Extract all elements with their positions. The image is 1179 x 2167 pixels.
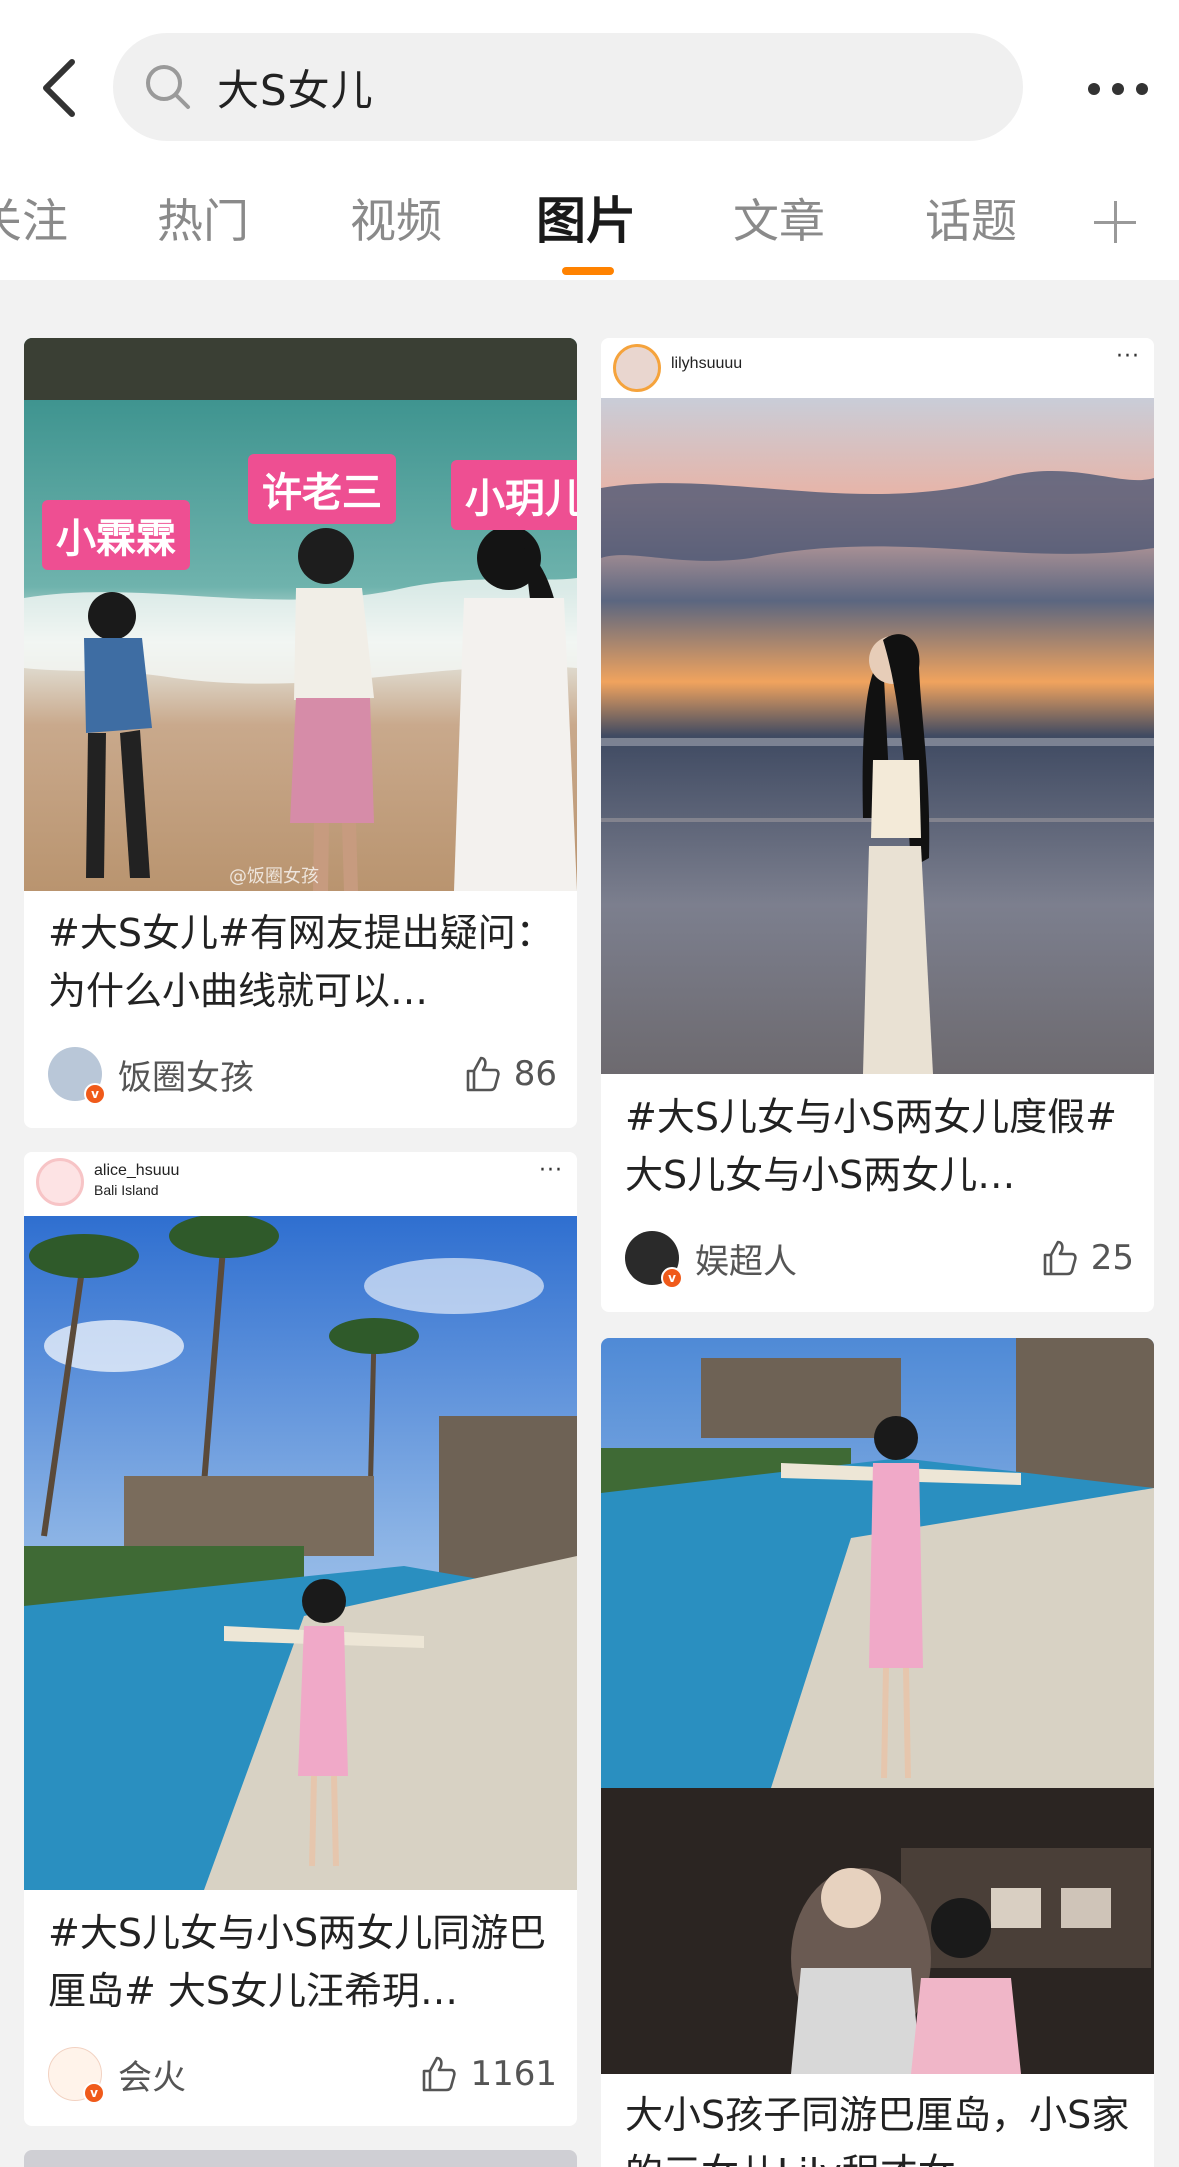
tab-images[interactable]: 图片 [536,181,636,253]
like-count: 1161 [470,2054,557,2094]
verified-badge-icon: v [83,2082,105,2104]
thumbs-up-icon [423,2056,457,2092]
post-title[interactable]: #大S儿女与小S两女儿度假# 大S儿女与小S两女儿… [625,1088,1134,1204]
image-watermark: @饭圈女孩 [229,866,319,887]
author-avatar[interactable]: v [48,1047,106,1105]
embedded-username: lilyhsuuuu [671,355,743,372]
dot-icon [1136,83,1148,95]
more-options-button[interactable] [1065,64,1171,114]
author-avatar[interactable]: v [48,2047,105,2104]
search-icon [139,58,197,116]
post-card[interactable]: 大小S孩子同游巴厘岛，小S家的三女儿Lily程才女… [601,1338,1154,2167]
post-image[interactable] [24,1216,577,1890]
post-image[interactable] [601,1788,1154,2074]
tab-following[interactable]: 关注 [0,185,68,251]
post-title[interactable]: 大小S孩子同游巴厘岛，小S家的三女儿Lily程才女… [625,2086,1134,2167]
verified-badge-icon: v [661,1267,683,1289]
tab-video[interactable]: 视频 [350,185,442,251]
post-meta: v 会火 1161 [48,2044,557,2104]
author-avatar[interactable]: v [625,1231,683,1289]
more-icon: ··· [1116,344,1140,369]
tab-topics[interactable]: 话题 [925,185,1017,251]
post-meta: v 娱超人 25 [625,1228,1134,1289]
tab-bar: 关注 热门 视频 图片 文章 话题 [0,175,1179,275]
post-image[interactable] [24,338,577,891]
thumbs-up-icon [1043,1240,1077,1276]
dot-icon [1112,83,1124,95]
post-image[interactable] [601,1338,1154,1788]
like-button[interactable]: 86 [462,1054,557,1094]
like-button[interactable]: 25 [1039,1238,1134,1278]
like-button[interactable]: 1161 [418,2054,557,2094]
post-image[interactable] [601,398,1154,1074]
overlay-label: 小玥儿 [451,460,577,530]
like-count: 86 [513,1054,557,1094]
embedded-post-header: alice_hsuuu Bali Island ··· [24,1152,577,1216]
verified-badge-icon: v [84,1083,106,1105]
post-title[interactable]: #大S儿女与小S两女儿同游巴厘岛# 大S女儿汪希玥… [48,1904,557,2020]
more-icon: ··· [539,1158,563,1183]
add-tab-icon[interactable] [1090,197,1140,247]
dot-icon [1088,83,1100,95]
embedded-post-header: lilyhsuuuu ··· [601,338,1154,398]
author-name[interactable]: 饭圈女孩 [118,1050,254,1099]
overlay-label: 小霖霖 [42,500,190,570]
like-count: 25 [1090,1238,1134,1278]
thumbs-up-icon [466,1056,500,1092]
overlay-label: 许老三 [248,454,396,524]
post-card[interactable]: lilyhsuuuu ··· #大S儿女与小S两女儿度假# 大S儿女与小S两女儿… [601,338,1154,1312]
tab-articles[interactable]: 文章 [733,185,825,251]
embedded-avatar [36,1158,84,1206]
search-query-text: 大S女儿 [217,65,374,115]
back-button[interactable] [30,52,86,124]
post-meta: v 饭圈女孩 86 [48,1044,557,1105]
author-name[interactable]: 娱超人 [695,1234,797,1283]
embedded-username: alice_hsuuu [94,1162,180,1179]
chevron-left-icon [43,59,75,117]
author-name[interactable]: 会火 [118,2050,186,2099]
tab-hot[interactable]: 热门 [157,185,249,251]
post-card[interactable] [24,2150,577,2167]
post-card[interactable]: 小霖霖 许老三 小玥儿 @饭圈女孩 #大S女儿#有网友提出疑问：为什么小曲线就可… [24,338,577,1128]
top-header: 大S女儿 关注 热门 视频 图片 文章 话题 [0,0,1179,280]
search-input[interactable]: 大S女儿 [113,33,1023,141]
embedded-location: Bali Island [94,1182,159,1198]
embedded-avatar [613,344,661,392]
post-card[interactable]: alice_hsuuu Bali Island ··· #大S儿女与小S两女儿同… [24,1152,577,2126]
active-tab-indicator [562,267,614,275]
post-title[interactable]: #大S女儿#有网友提出疑问：为什么小曲线就可以… [48,904,557,1020]
